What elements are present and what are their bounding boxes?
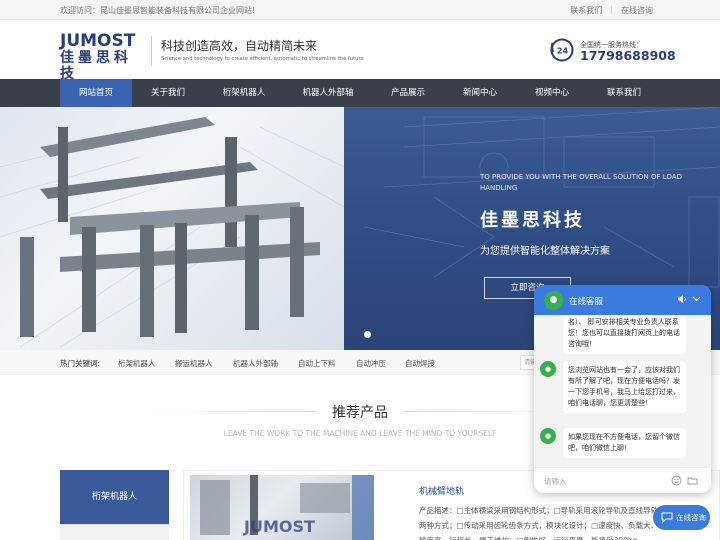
- chat-header: ● 在线客服: [534, 285, 711, 315]
- hotline-number[interactable]: 17798688908: [580, 48, 676, 63]
- nav-contact[interactable]: 联系我们: [588, 79, 660, 107]
- slogan: 科技创造高效，自动精简未来: [161, 39, 318, 53]
- product-watermark: JUMOST: [244, 517, 315, 536]
- slogan-english: Science and technology to create efficie…: [161, 56, 364, 62]
- folder-icon[interactable]: [687, 475, 698, 486]
- chat-widget: ● 在线客服 名）、 即可安排相关专业负责人联系您！您也可以直接拨打网页上的电话…: [534, 285, 711, 493]
- chat-messages: 名）、 即可安排相关专业负责人联系您！您也可以直接拨打网页上的电话咨询哦！ ● …: [534, 315, 711, 467]
- site-header: JUMOST 佳墨思科技 科技创造高效，自动精简未来 Science and t…: [0, 20, 720, 82]
- online-consult-link[interactable]: 在线咨询: [621, 5, 653, 16]
- chat-input-bar: 请输入: [534, 467, 711, 493]
- category-tab-next[interactable]: [60, 524, 169, 540]
- chat-bubble: 您浏览网站也有一会了，应该对我们有所了解了吧，现在方便电话吗？发一下您手机号，我…: [563, 361, 686, 413]
- emoji-icon[interactable]: [671, 475, 682, 486]
- phone-24h-icon: 24: [550, 38, 574, 62]
- contact-us-link[interactable]: 联系我们: [570, 5, 602, 16]
- main-nav: 网站首页 关于我们 桁架机器人 机器人外部轴 产品展示 新闻中心 视频中心 联系…: [0, 79, 720, 107]
- nav-about[interactable]: 关于我们: [132, 79, 204, 107]
- carousel-dot[interactable]: [364, 331, 371, 338]
- keyword-link[interactable]: 自动上下料: [298, 358, 336, 369]
- category-tab-gantry[interactable]: 桁架机器人: [60, 470, 169, 524]
- nav-news[interactable]: 新闻中心: [444, 79, 516, 107]
- chat-input[interactable]: 请输入: [544, 476, 567, 487]
- logo-chinese: 佳墨思科技: [60, 50, 132, 82]
- chat-bubble-icon: [661, 512, 673, 523]
- keyword-link[interactable]: 机器人外部轴: [233, 358, 278, 369]
- speaker-icon[interactable]: [677, 294, 687, 304]
- site-logo[interactable]: JUMOST 佳墨思科技: [60, 32, 144, 82]
- banner-gantry-image: [0, 107, 345, 350]
- keyword-link[interactable]: 自动冲压: [356, 358, 386, 369]
- banner-english-text: TO PROVIDE YOU WITH THE OVERALL SOLUTION…: [480, 173, 682, 192]
- chat-bubble: 名）、 即可安排相关专业负责人联系您！您也可以直接拨打网页上的电话咨询哦！: [563, 315, 686, 354]
- top-separator: |: [610, 5, 613, 14]
- product-description: 产品描述：□主体横梁采用钢结构形式；□导轨采用滚轮导轨及直线导轨两种方式；□传动…: [419, 506, 659, 540]
- banner-chinese-text: 为您提供智能化整体解决方案: [480, 246, 610, 257]
- wechat-avatar-icon: ●: [544, 291, 563, 310]
- wechat-icon: ●: [540, 361, 556, 377]
- chat-title: 在线客服: [569, 297, 604, 307]
- nav-videos[interactable]: 视频中心: [516, 79, 588, 107]
- nav-robot-external-axis[interactable]: 机器人外部轴: [284, 79, 372, 107]
- nav-products[interactable]: 产品展示: [372, 79, 444, 107]
- chevron-down-icon[interactable]: [692, 295, 701, 303]
- top-links: 联系我们 | 在线咨询: [570, 5, 653, 16]
- banner-brand: 佳墨思科技: [480, 210, 585, 231]
- chat-bubble: 如果您现在不方便电话，您留个微信吧，咱们微信上聊！: [563, 428, 686, 458]
- nav-gantry-robot[interactable]: 桁架机器人: [204, 79, 284, 107]
- keyword-link[interactable]: 搬运机器人: [175, 358, 213, 369]
- gantry-robot-illustration: [0, 117, 345, 348]
- product-image[interactable]: JUMOST: [190, 475, 374, 540]
- wechat-icon: ●: [540, 428, 556, 444]
- product-name-link[interactable]: 机械臂地轨: [419, 484, 464, 497]
- welcome-text: 欢迎访问：昆山佳墨思智能装备科技有限公司企业网站!: [60, 6, 256, 15]
- top-bar: 欢迎访问：昆山佳墨思智能装备科技有限公司企业网站! 联系我们 | 在线咨询: [0, 0, 720, 20]
- keyword-link[interactable]: 桁架机器人: [118, 358, 156, 369]
- header-divider: [151, 36, 152, 66]
- online-consult-label: 在线咨询: [676, 513, 706, 522]
- logo-english: JUMOST: [60, 31, 136, 51]
- hotline-badge-text: 24: [557, 47, 569, 56]
- keyword-link[interactable]: 自动焊接: [405, 358, 435, 369]
- online-consult-button[interactable]: 在线咨询: [653, 505, 710, 530]
- hot-keywords-label: 热门关键词:: [60, 359, 101, 368]
- nav-home[interactable]: 网站首页: [60, 79, 132, 107]
